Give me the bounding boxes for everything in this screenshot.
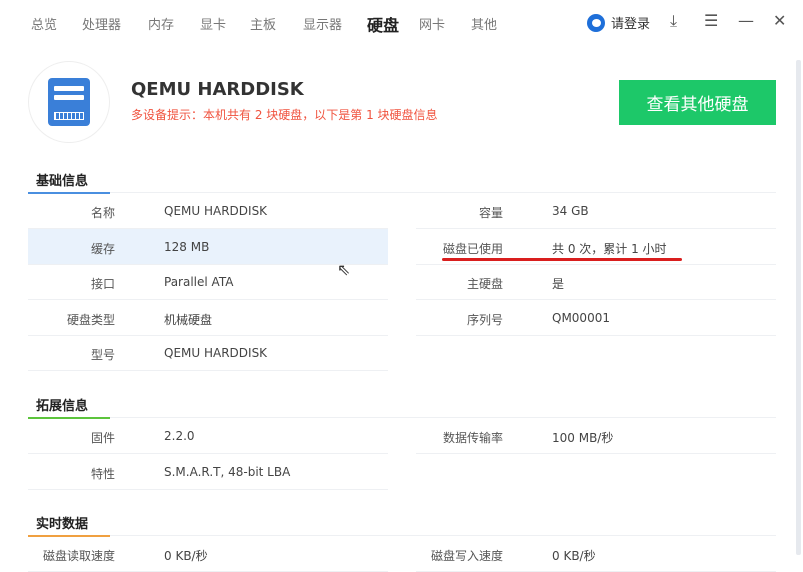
- info-value: 机械硬盘: [164, 312, 213, 327]
- info-label: 数据传输率: [442, 431, 503, 445]
- info-row: 磁盘写入速度 0 KB/秒: [416, 536, 776, 572]
- info-value: 0 KB/秒: [164, 549, 208, 563]
- info-label: 接口: [90, 277, 115, 291]
- disk-title: QEMU HARDDISK: [131, 79, 304, 100]
- login-label: 请登录: [611, 17, 651, 32]
- info-row: 磁盘读取速度 0 KB/秒: [28, 536, 388, 572]
- mouse-cursor-icon: ⇖: [337, 260, 351, 279]
- scrollbar[interactable]: [796, 60, 801, 555]
- disk-logo: [28, 61, 110, 143]
- tab-cpu[interactable]: 处理器: [82, 14, 121, 33]
- info-label: 主硬盘: [466, 277, 503, 291]
- info-label: 固件: [90, 431, 115, 445]
- info-label: 缓存: [90, 241, 115, 256]
- red-underline-annotation: [442, 258, 682, 261]
- info-label: 磁盘已使用: [442, 241, 503, 256]
- section-title: 实时数据: [36, 517, 89, 532]
- info-label: 容量: [478, 206, 503, 220]
- tab-monitor[interactable]: 显示器: [303, 14, 342, 33]
- info-row: 主硬盘 是: [416, 264, 776, 300]
- section-header: 实时数据: [28, 516, 776, 537]
- multi-device-hint: 多设备提示：本机共有 2 块硬盘，以下是第 1 块硬盘信息: [131, 108, 438, 122]
- info-value: 共 0 次，累计 1 小时: [552, 241, 667, 256]
- info-row: 固件 2.2.0: [28, 418, 388, 454]
- info-row: 特性 S.M.A.R.T, 48-bit LBA: [28, 454, 388, 490]
- info-value: QM00001: [552, 310, 610, 325]
- minimize-icon[interactable]: —: [738, 11, 754, 30]
- info-label: 序列号: [466, 312, 503, 327]
- info-value: Parallel ATA: [164, 275, 234, 289]
- info-row: 缓存 128 MB: [28, 228, 388, 265]
- info-value: S.M.A.R.T, 48-bit LBA: [164, 464, 291, 479]
- info-label: 特性: [90, 466, 115, 481]
- tab-gpu[interactable]: 显卡: [200, 14, 226, 33]
- section-header: 基础信息: [28, 173, 776, 194]
- info-row: 序列号 QM00001: [416, 300, 776, 336]
- info-value: 100 MB/秒: [552, 431, 614, 445]
- hard-disk-icon: [48, 78, 90, 126]
- info-row: 容量 34 GB: [416, 193, 776, 229]
- info-value: 是: [552, 277, 565, 291]
- info-value: 0 KB/秒: [552, 549, 596, 563]
- download-icon[interactable]: ⤓: [670, 11, 677, 31]
- view-other-disks-button[interactable]: 查看其他硬盘: [619, 80, 776, 125]
- info-value: 34 GB: [552, 204, 589, 218]
- menu-icon[interactable]: ☰: [704, 11, 718, 30]
- info-label: 硬盘类型: [66, 312, 115, 327]
- section-header: 拓展信息: [28, 398, 776, 419]
- info-label: 磁盘读取速度: [42, 549, 115, 563]
- tab-memory[interactable]: 内存: [148, 14, 174, 33]
- info-value: QEMU HARDDISK: [164, 204, 268, 218]
- login-button[interactable]: 请登录: [587, 13, 650, 32]
- top-nav: 总览 处理器 内存 显卡 主板 显示器 硬盘 网卡 其他 请登录 ⤓ ☰ — ✕: [0, 0, 803, 46]
- close-icon[interactable]: ✕: [773, 11, 786, 30]
- info-label: 磁盘写入速度: [430, 549, 503, 563]
- avatar-icon: [587, 13, 605, 32]
- info-row: 名称 QEMU HARDDISK: [28, 193, 388, 229]
- info-row: 接口 Parallel ATA: [28, 264, 388, 300]
- info-row: 型号 QEMU HARDDISK: [28, 335, 388, 371]
- info-value: 128 MB: [164, 239, 210, 254]
- tab-disk[interactable]: 硬盘: [367, 12, 399, 36]
- info-value: QEMU HARDDISK: [164, 346, 268, 360]
- tab-overview[interactable]: 总览: [31, 14, 57, 33]
- info-row: 数据传输率 100 MB/秒: [416, 418, 776, 454]
- tab-other[interactable]: 其他: [471, 14, 497, 33]
- section-title: 拓展信息: [36, 399, 89, 414]
- tab-motherboard[interactable]: 主板: [250, 14, 276, 33]
- section-title: 基础信息: [36, 174, 89, 189]
- info-value: 2.2.0: [164, 429, 195, 443]
- info-label: 型号: [90, 348, 115, 362]
- tab-network[interactable]: 网卡: [419, 14, 445, 33]
- info-row: 硬盘类型 机械硬盘: [28, 300, 388, 336]
- info-label: 名称: [90, 206, 115, 220]
